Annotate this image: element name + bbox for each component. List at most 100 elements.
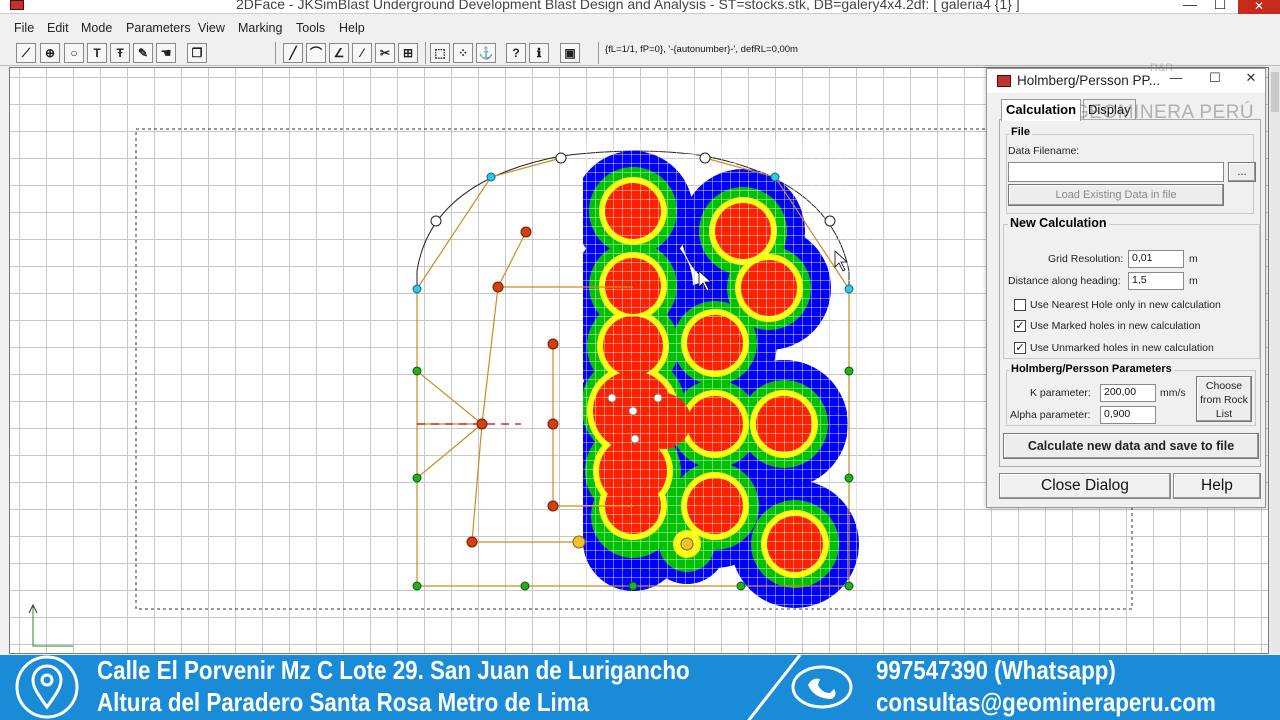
minimize-button[interactable]: — <box>1175 0 1205 12</box>
app-icon[interactable] <box>10 0 24 10</box>
menu-parameters[interactable]: Parameters <box>126 21 191 35</box>
select-multi-icon[interactable]: ⁘ <box>453 43 473 63</box>
cut-icon[interactable]: ✂ <box>375 43 395 63</box>
scrollbar-thumb[interactable] <box>1271 72 1279 112</box>
relief-hole[interactable] <box>628 406 638 416</box>
perimeter-hole[interactable] <box>844 366 854 376</box>
ppv-contour-map <box>583 141 883 611</box>
contour-hole[interactable] <box>844 284 854 294</box>
phone-number: 997547390 (Whatsapp) <box>876 655 1116 685</box>
vertical-scrollbar[interactable] <box>1270 67 1280 654</box>
menu-view[interactable]: View <box>198 21 225 35</box>
close-button[interactable]: ✕ <box>1238 0 1280 14</box>
browse-button[interactable]: ... <box>1228 162 1256 182</box>
choose-rock-button[interactable]: Choose from Rock List <box>1196 376 1252 422</box>
perimeter-hole[interactable] <box>412 473 422 483</box>
watermark-logo: GEOMINERA PERÚ <box>1074 102 1255 123</box>
dialog-close-button[interactable]: ✕ <box>1237 70 1265 86</box>
marked-holes-label[interactable]: Use Marked holes in new calculation <box>1030 320 1200 332</box>
copy-icon[interactable]: ❐ <box>187 43 207 63</box>
watermark-mark: R&R <box>1150 62 1174 74</box>
menu-file[interactable]: File <box>14 21 34 35</box>
blast-hole[interactable] <box>547 418 559 430</box>
perimeter-hole[interactable] <box>844 581 854 591</box>
blast-hole[interactable] <box>476 418 488 430</box>
grid-resolution-input[interactable]: 0,01 <box>1128 250 1184 268</box>
unmarked-holes-checkbox[interactable]: ✓ <box>1014 342 1026 354</box>
contour-hole[interactable] <box>770 172 780 182</box>
calculation-panel: File Data Filename: ... Load Existing Da… <box>999 119 1261 467</box>
selected-hole[interactable] <box>680 537 694 551</box>
hp-parameters-label: Holmberg/Persson Parameters <box>1009 363 1174 375</box>
help-pointer-icon[interactable]: ? <box>506 43 526 63</box>
nearest-hole-checkbox[interactable] <box>1014 299 1026 311</box>
contour-hole[interactable] <box>412 284 422 294</box>
selected-hole[interactable] <box>572 535 586 549</box>
menu-tools[interactable]: Tools <box>296 21 325 35</box>
alpha-parameter-input[interactable]: 0,900 <box>1100 406 1156 424</box>
menu-mode[interactable]: Mode <box>81 21 112 35</box>
perimeter-hole[interactable] <box>412 581 422 591</box>
dialog-maximize-button[interactable]: ☐ <box>1201 70 1229 86</box>
scale-xyz-icon[interactable]: ⁄ <box>352 43 372 63</box>
perimeter-hole[interactable] <box>412 366 422 376</box>
profile-node[interactable] <box>555 152 567 164</box>
polyline-icon[interactable]: ⌒ <box>306 43 326 63</box>
address-line-1: Calle El Porvenir Mz C Lote 29. San Juan… <box>97 655 690 685</box>
load-existing-button[interactable]: Load Existing Data in file <box>1008 184 1224 206</box>
relief-hole[interactable] <box>630 434 640 444</box>
maximize-button[interactable]: ☐ <box>1205 0 1235 13</box>
k-parameter-label: K parameter: <box>1030 387 1091 399</box>
email-address: consultas@geomineraperu.com <box>876 687 1216 717</box>
blast-hole[interactable] <box>547 500 559 512</box>
close-dialog-button[interactable]: Close Dialog <box>999 473 1171 499</box>
blast-hole[interactable] <box>547 338 559 350</box>
alpha-parameter-label: Alpha parameter: <box>1010 409 1091 421</box>
add-hole-icon[interactable]: ⊕ <box>40 43 60 63</box>
hand-icon[interactable]: ☚ <box>156 43 176 63</box>
text-tool-icon[interactable]: T <box>87 43 107 63</box>
menu-help[interactable]: Help <box>339 21 365 35</box>
help-button[interactable]: Help <box>1173 473 1261 499</box>
tab-calculation[interactable]: Calculation <box>1001 99 1082 121</box>
k-parameter-input[interactable]: 200,00 <box>1100 384 1156 402</box>
blast-hole[interactable] <box>492 281 504 293</box>
blast-hole[interactable] <box>520 226 532 238</box>
holmberg-persson-dialog: Holmberg/Persson PP... — ☐ ✕ Calculation… <box>986 68 1266 508</box>
info-icon[interactable]: ℹ <box>529 43 549 63</box>
relief-hole[interactable] <box>653 393 663 403</box>
draw-line-icon[interactable]: ╱ <box>283 43 303 63</box>
calculate-save-button[interactable]: Calculate new data and save to file <box>1003 433 1259 459</box>
contour-hole[interactable] <box>486 172 496 182</box>
menu-edit[interactable]: Edit <box>47 21 69 35</box>
profile-node[interactable] <box>699 152 711 164</box>
pen-icon[interactable]: ✎ <box>133 43 153 63</box>
perimeter-hole[interactable] <box>736 581 746 591</box>
angle-icon[interactable]: ∠ <box>329 43 349 63</box>
profile-node[interactable] <box>824 215 836 227</box>
perimeter-hole[interactable] <box>844 473 854 483</box>
menu-marking[interactable]: Marking <box>238 21 282 35</box>
toolbar: ⟋ ⊕ ○ T Ŧ ✎ ☚ ❐ ╱ ⌒ ∠ ⁄ ✂ ⊞ ⬚ ⁘ ⚓ ? ℹ ▣ … <box>0 40 1280 66</box>
select-box-icon[interactable]: ⬚ <box>430 43 450 63</box>
perimeter-hole[interactable] <box>520 581 530 591</box>
title-bar: 2DFace - JKSimBlast Underground Developm… <box>0 0 1280 14</box>
nearest-hole-label[interactable]: Use Nearest Hole only in new calculation <box>1030 299 1221 311</box>
circle-tool-icon[interactable]: ○ <box>64 43 84 63</box>
grid-icon[interactable]: ⊞ <box>398 43 418 63</box>
profile-node[interactable] <box>430 215 442 227</box>
blast-hole[interactable] <box>466 536 478 548</box>
marked-holes-checkbox[interactable]: ✓ <box>1014 320 1026 332</box>
contact-banner: Calle El Porvenir Mz C Lote 29. San Juan… <box>0 655 1280 720</box>
perimeter-hole[interactable] <box>628 581 638 591</box>
text-alt-icon[interactable]: Ŧ <box>110 43 130 63</box>
data-filename-input[interactable] <box>1008 162 1224 182</box>
line-tool-icon[interactable]: ⟋ <box>16 43 36 63</box>
anchor-icon[interactable]: ⚓ <box>476 43 496 63</box>
phone-icon <box>808 678 836 699</box>
unmarked-holes-label[interactable]: Use Unmarked holes in new calculation <box>1030 342 1214 354</box>
relief-hole[interactable] <box>607 393 617 403</box>
new-calculation-group: New Calculation <box>1003 216 1260 359</box>
window-icon[interactable]: ▣ <box>560 43 580 63</box>
distance-input[interactable]: 1,5 <box>1128 272 1184 290</box>
